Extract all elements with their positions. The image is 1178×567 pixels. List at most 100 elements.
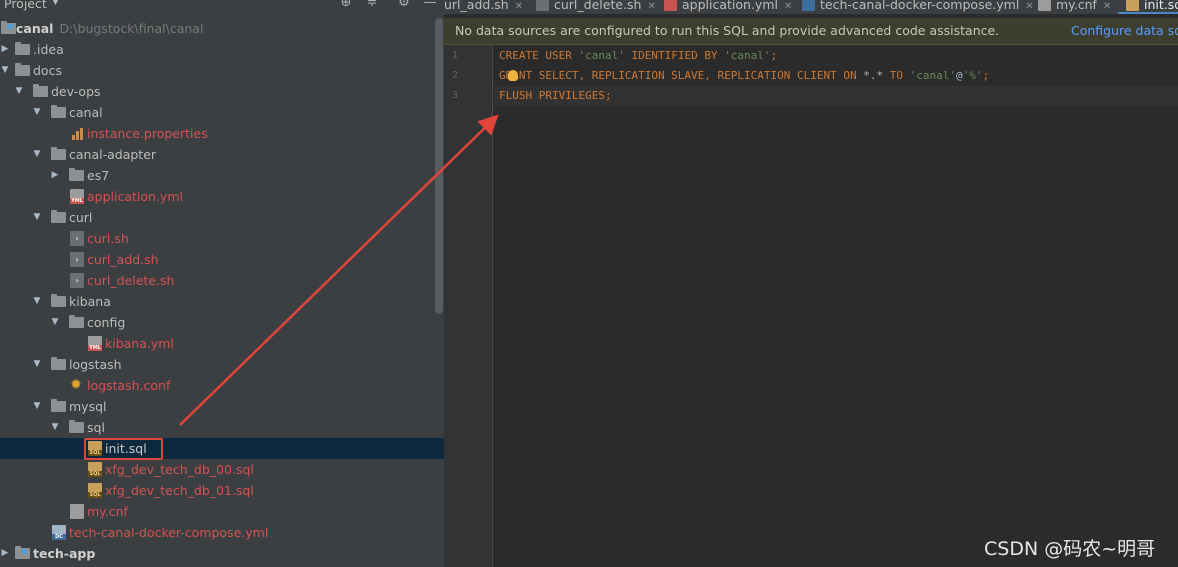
collapse-icon[interactable]: ≑ bbox=[364, 0, 380, 11]
tree-item-sql[interactable]: ▼ sql bbox=[0, 417, 444, 438]
tree-item-dev-ops[interactable]: ▼ dev-ops bbox=[0, 81, 444, 102]
tree-item-label: docs bbox=[33, 63, 62, 78]
chevron-right-icon[interactable]: ▶ bbox=[0, 39, 10, 60]
close-icon[interactable]: ✕ bbox=[647, 1, 655, 12]
tree-item-application-yml[interactable]: YML application.yml bbox=[0, 186, 444, 207]
watermark: CSDN @码农~明哥 bbox=[984, 538, 1156, 560]
tree-item-docs[interactable]: ▼ docs bbox=[0, 60, 444, 81]
tree-item-label: curl_add.sh bbox=[87, 252, 159, 267]
yml-file-icon: YML bbox=[70, 189, 84, 204]
docker-compose-icon bbox=[802, 0, 815, 11]
tree-item-canal-adapter[interactable]: ▼ canal-adapter bbox=[0, 144, 444, 165]
chevron-down-icon[interactable]: ▼ bbox=[14, 81, 24, 102]
chevron-down-icon[interactable]: ▼ bbox=[32, 207, 42, 228]
chevron-right-icon[interactable]: ▶ bbox=[0, 543, 10, 564]
chevron-down-icon[interactable]: ▼ bbox=[32, 291, 42, 312]
tree-item-label: .idea bbox=[33, 42, 64, 57]
chevron-down-icon[interactable]: ▼ bbox=[32, 396, 42, 417]
tree-item-label: sql bbox=[87, 420, 105, 435]
configure-data-source-link[interactable]: Configure data sou bbox=[1071, 23, 1178, 38]
tree-item-canal[interactable]: ▼ canal bbox=[0, 102, 444, 123]
tree-item-my-cnf[interactable]: my.cnf bbox=[0, 501, 444, 522]
tree-item-label: curl_delete.sh bbox=[87, 273, 175, 288]
tree-item-docker-compose[interactable]: DC tech-canal-docker-compose.yml bbox=[0, 522, 444, 543]
gear-icon[interactable]: ⚙ bbox=[396, 0, 412, 11]
tree-item-curl-add-sh[interactable]: › curl_add.sh bbox=[0, 249, 444, 270]
tree-item-canal-root[interactable]: canal D:\bugstock\final\canal bbox=[0, 18, 444, 39]
folder-icon bbox=[51, 294, 66, 307]
tab-curl-delete-sh[interactable]: curl_delete.sh ✕ bbox=[536, 0, 656, 14]
tree-item-curl-sh[interactable]: › curl.sh bbox=[0, 228, 444, 249]
notification-text: No data sources are configured to run th… bbox=[455, 23, 1000, 38]
tab-my-cnf[interactable]: my.cnf ✕ bbox=[1038, 0, 1111, 14]
chevron-down-icon[interactable]: ▼ bbox=[32, 144, 42, 165]
chevron-down-icon[interactable]: ▼ bbox=[32, 354, 42, 375]
shell-file-icon: › bbox=[70, 273, 84, 288]
folder-icon bbox=[51, 357, 66, 370]
yml-file-icon: YML bbox=[88, 336, 102, 351]
tree-item-label: my.cnf bbox=[87, 504, 128, 519]
tree-item-label: canal bbox=[69, 105, 103, 120]
close-icon[interactable]: ✕ bbox=[784, 1, 792, 12]
lightbulb-icon[interactable] bbox=[508, 70, 518, 81]
tree-item-instance-properties[interactable]: instance.properties bbox=[0, 123, 444, 144]
docker-compose-icon: DC bbox=[52, 525, 66, 540]
code-editor[interactable]: CREATE USER 'canal' IDENTIFIED BY 'canal… bbox=[494, 45, 1178, 567]
tree-item-init-sql[interactable]: SQL init.sql bbox=[0, 438, 444, 459]
tree-item-label: kibana.yml bbox=[105, 336, 174, 351]
chevron-down-icon[interactable]: ▼ bbox=[50, 312, 60, 333]
chevron-down-icon[interactable]: ▼ bbox=[52, 0, 59, 7]
cnf-file-icon bbox=[70, 504, 84, 519]
cnf-file-icon bbox=[1038, 0, 1051, 11]
tree-item-label: canal D:\bugstock\final\canal bbox=[16, 21, 204, 36]
crosshair-icon[interactable]: ⊕ bbox=[338, 0, 354, 11]
chevron-down-icon[interactable]: ▼ bbox=[32, 102, 42, 123]
chevron-down-icon[interactable]: ▼ bbox=[0, 60, 10, 81]
close-icon[interactable]: ✕ bbox=[1025, 1, 1033, 12]
tree-item-logstash[interactable]: ▼ logstash bbox=[0, 354, 444, 375]
shell-file-icon bbox=[536, 0, 549, 11]
minimize-icon[interactable]: — bbox=[422, 0, 438, 11]
tab-url-add-sh[interactable]: url_add.sh ✕ bbox=[444, 0, 523, 14]
tree-item-config[interactable]: ▼ config bbox=[0, 312, 444, 333]
project-view-selector[interactable]: Project bbox=[4, 0, 47, 11]
project-tree-scrollbar[interactable] bbox=[435, 18, 443, 314]
tree-item-es7[interactable]: ▶ es7 bbox=[0, 165, 444, 186]
sql-file-icon: SQL bbox=[88, 483, 102, 498]
folder-icon bbox=[69, 315, 84, 328]
tree-item-kibana[interactable]: ▼ kibana bbox=[0, 291, 444, 312]
tree-item-label: instance.properties bbox=[87, 126, 208, 141]
line-number: 2 bbox=[451, 70, 458, 81]
active-tab-indicator bbox=[1118, 12, 1178, 14]
line-number: 1 bbox=[451, 50, 458, 61]
folder-icon bbox=[15, 42, 30, 55]
sql-file-icon: SQL bbox=[88, 462, 102, 477]
folder-icon bbox=[51, 105, 66, 118]
tree-item-label: tech-app bbox=[33, 546, 96, 561]
line-number: 3 bbox=[451, 90, 458, 101]
notification-bar: No data sources are configured to run th… bbox=[444, 18, 1178, 45]
project-panel-header: Project ▼ ⊕ ≑ ⚙ — bbox=[0, 0, 444, 14]
chevron-right-icon[interactable]: ▶ bbox=[50, 165, 60, 186]
tree-item-label: config bbox=[87, 315, 126, 330]
chevron-down-icon[interactable]: ▼ bbox=[50, 417, 60, 438]
tree-item-tech-app[interactable]: ▶ tech-app bbox=[0, 543, 444, 564]
tree-item-db00-sql[interactable]: SQL xfg_dev_tech_db_00.sql bbox=[0, 459, 444, 480]
tree-item-kibana-yml[interactable]: YML kibana.yml bbox=[0, 333, 444, 354]
tree-item-logstash-conf[interactable]: ✹ logstash.conf bbox=[0, 375, 444, 396]
close-icon[interactable]: ✕ bbox=[1103, 1, 1111, 12]
tab-application-yml[interactable]: application.yml ✕ bbox=[664, 0, 792, 14]
tree-item-curl[interactable]: ▼ curl bbox=[0, 207, 444, 228]
folder-icon bbox=[69, 168, 84, 181]
folder-icon bbox=[69, 420, 84, 433]
line-number-gutter: 1 2 3 bbox=[444, 45, 493, 567]
tree-item-label: es7 bbox=[87, 168, 110, 183]
project-tree: canal D:\bugstock\final\canal ▶ .idea ▼ d… bbox=[0, 18, 444, 564]
tree-item-db01-sql[interactable]: SQL xfg_dev_tech_db_01.sql bbox=[0, 480, 444, 501]
tree-item-curl-delete-sh[interactable]: › curl_delete.sh bbox=[0, 270, 444, 291]
tree-item-idea[interactable]: ▶ .idea bbox=[0, 39, 444, 60]
close-icon[interactable]: ✕ bbox=[515, 1, 523, 12]
tree-item-mysql[interactable]: ▼ mysql bbox=[0, 396, 444, 417]
tab-docker-compose[interactable]: tech-canal-docker-compose.yml ✕ bbox=[802, 0, 1034, 14]
tree-item-label: application.yml bbox=[87, 189, 183, 204]
